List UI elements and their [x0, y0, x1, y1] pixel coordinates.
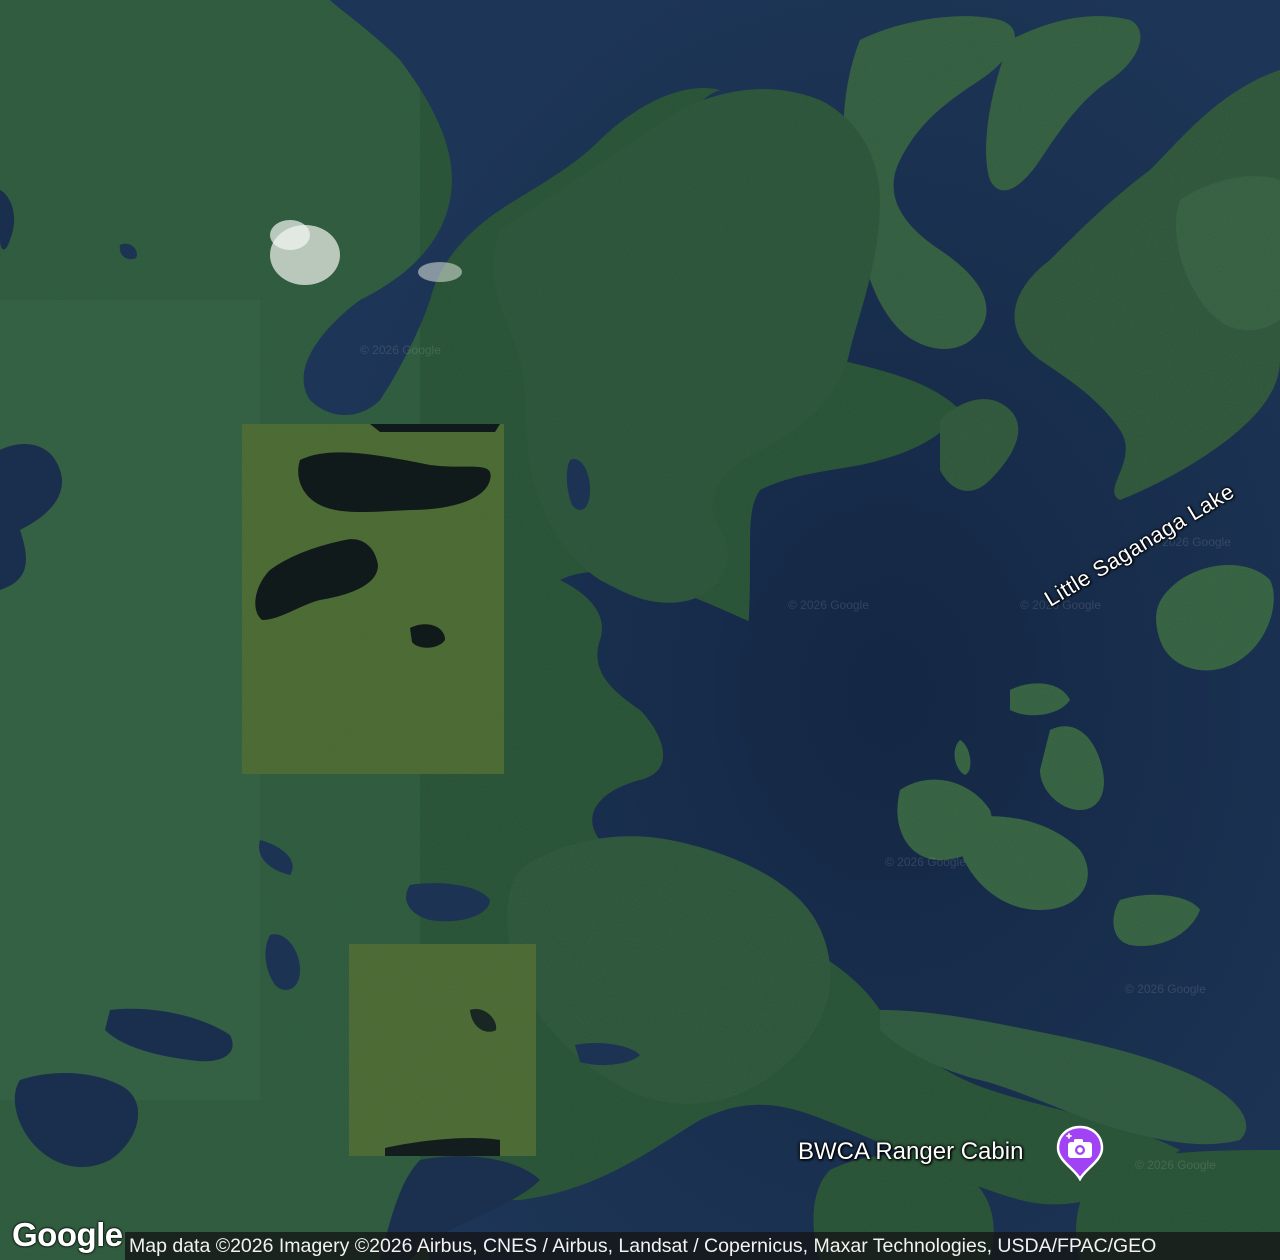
satellite-imagery — [0, 0, 1280, 1260]
poi-marker[interactable] — [1055, 1125, 1105, 1182]
satellite-map[interactable]: © 2026 Google © 2026 Google © 2026 Googl… — [0, 0, 1280, 1260]
watermark: © 2026 Google — [885, 855, 966, 869]
imagery-patch-north — [242, 424, 504, 774]
watermark: © 2026 Google — [788, 598, 869, 612]
camera-icon — [1056, 1125, 1104, 1182]
watermark: © 2026 Google — [1125, 982, 1206, 996]
imagery-patch-south — [349, 944, 536, 1156]
watermark: © 2026 Google — [360, 343, 441, 357]
poi-label[interactable]: BWCA Ranger Cabin — [798, 1138, 1023, 1166]
watermark: © 2026 Google — [1135, 1158, 1216, 1172]
map-attribution[interactable]: Map data ©2026 Imagery ©2026 Airbus, CNE… — [125, 1232, 1280, 1260]
google-logo[interactable]: Google — [12, 1216, 123, 1254]
